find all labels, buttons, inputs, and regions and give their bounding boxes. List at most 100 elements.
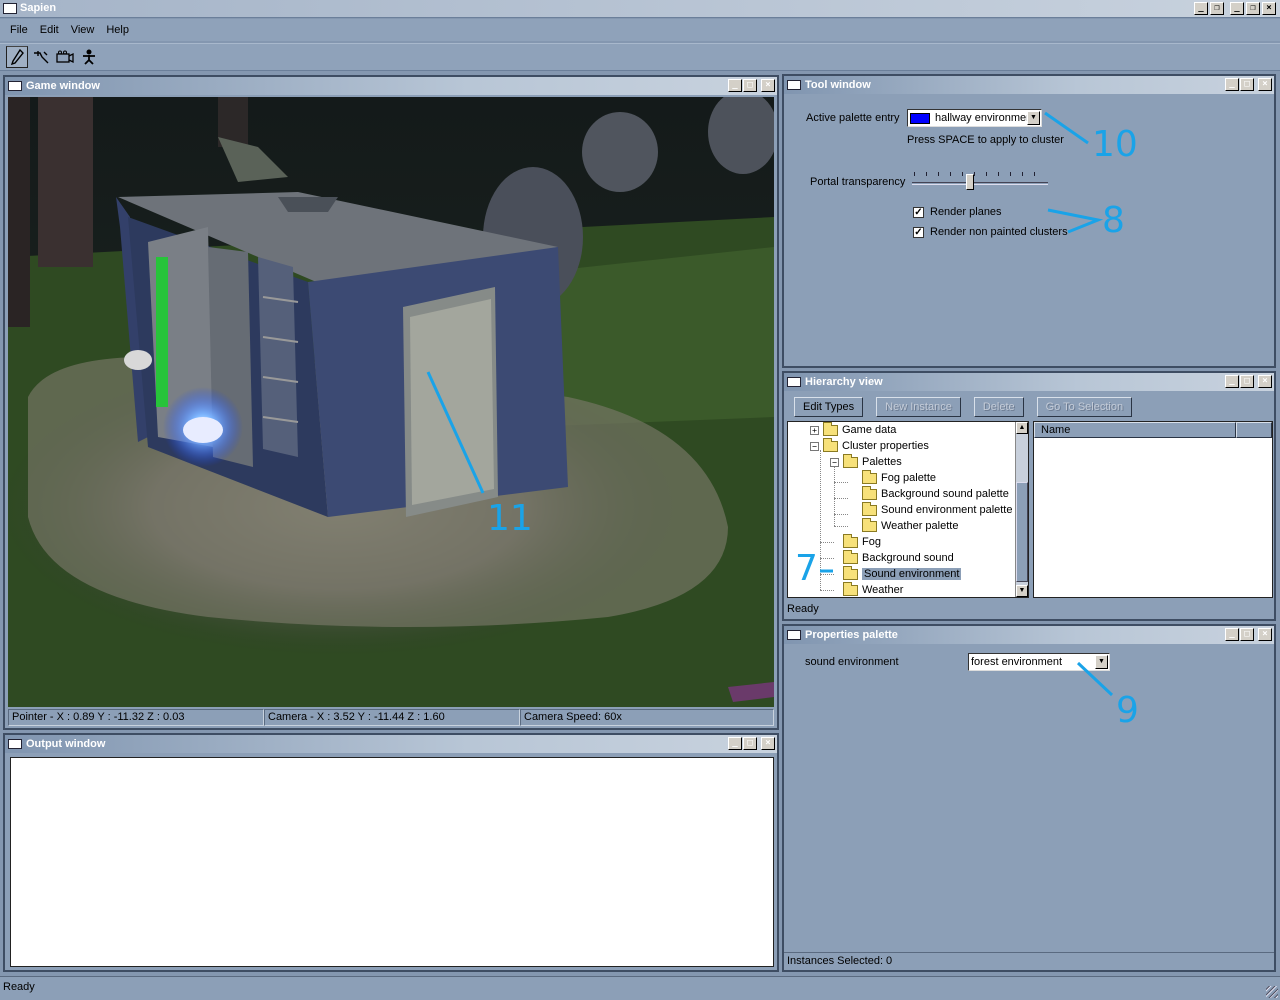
tree-scrollbar[interactable]: ▲ ▼ [1015,422,1028,597]
tree-item-game-data[interactable]: + Game data [810,422,896,438]
tree-item-sound-environment-palette[interactable]: Sound environment palette [862,501,1012,518]
person-icon [83,49,95,65]
game-viewport[interactable] [8,97,774,707]
tool-window: Tool window _ □ × Active palette entry h… [782,74,1276,368]
restore-button[interactable]: ❐ [1210,2,1224,15]
hierarchy-view: Hierarchy view _ □ × Edit Types New Inst… [782,371,1276,621]
tree-item-fog[interactable]: Fog [843,533,881,550]
folder-icon [862,517,877,532]
tree-item-palettes[interactable]: − Palettes [830,453,902,470]
active-palette-value: hallway environment [935,112,1027,124]
camera-tool-button[interactable] [54,46,76,68]
column-header-name[interactable]: Name [1034,422,1236,438]
active-palette-label: Active palette entry [806,112,900,124]
game-window-minimize-button[interactable]: _ [728,79,742,92]
tool-window-maximize-button[interactable]: □ [1240,78,1254,91]
go-to-selection-button[interactable]: Go To Selection [1036,397,1133,417]
render-non-painted-checkbox[interactable]: ✓ [913,227,924,238]
game-window-maximize-button[interactable]: □ [743,79,757,92]
expand-icon[interactable]: + [810,425,819,435]
tree-item-weather[interactable]: Weather [843,581,903,597]
portal-transparency-slider[interactable] [912,172,1048,192]
menu-file[interactable]: File [4,24,34,36]
scrollbar-thumb[interactable] [1016,482,1028,582]
folder-icon [843,453,858,468]
output-window-minimize-button[interactable]: _ [728,737,742,750]
render-non-painted-label: Render non painted clusters [930,226,1068,238]
tool-window-close-button[interactable]: × [1258,78,1272,91]
hierarchy-view-title: Hierarchy view [805,376,883,388]
pointer-coordinates: Pointer - X : 0.89 Y : -11.32 Z : 0.03 [8,709,264,726]
hierarchy-maximize-button[interactable]: □ [1240,375,1254,388]
slider-thumb[interactable] [966,174,974,190]
annotation-7: 7 [795,548,818,589]
collapse-icon[interactable]: − [810,441,819,451]
window-icon [8,81,22,91]
tool-window-minimize-button[interactable]: _ [1225,78,1239,91]
chevron-down-icon[interactable]: ▼ [1027,111,1040,125]
tool-window-title: Tool window [805,79,871,91]
output-window: Output window _ □ × [3,733,779,972]
portal-transparency-label: Portal transparency [810,176,906,188]
minimize-button[interactable]: _ [1194,2,1208,15]
toolbar [0,43,1280,71]
game-window-title: Game window [26,80,100,92]
hierarchy-tree[interactable]: + Game data − Cluster properties − Palet… [787,421,1029,598]
app-icon [3,3,17,14]
folder-icon [843,549,858,564]
column-header-blank[interactable] [1236,422,1272,438]
properties-palette: Properties palette _ □ × sound environme… [782,624,1276,972]
scroll-down-icon[interactable]: ▼ [1016,585,1028,597]
child-minimize-button[interactable]: _ [1230,2,1244,15]
output-window-titlebar: Output window _ □ × [5,735,777,753]
chevron-down-icon[interactable]: ▼ [1095,655,1108,669]
tree-item-sound-environment[interactable]: Sound environment [843,565,962,582]
properties-maximize-button[interactable]: □ [1240,628,1254,641]
annotation-11: 11 [487,498,533,539]
palette-color-swatch [910,112,930,124]
folder-icon [862,469,877,484]
camera-icon [56,50,74,64]
title-bar: Sapien _ ❐ _ ❐ × [0,0,1280,18]
properties-palette-title: Properties palette [805,629,898,641]
properties-close-button[interactable]: × [1258,628,1272,641]
tree-item-background-sound[interactable]: Background sound [843,549,954,566]
tree-item-weather-palette[interactable]: Weather palette [862,517,958,534]
folder-icon [862,501,877,516]
game-window-close-button[interactable]: × [761,79,775,92]
tree-item-background-sound-palette[interactable]: Background sound palette [862,485,1009,502]
render-planes-checkbox[interactable]: ✓ [913,207,924,218]
hierarchy-close-button[interactable]: × [1258,375,1272,388]
child-restore-button[interactable]: ❐ [1246,2,1260,15]
edit-types-button[interactable]: Edit Types [794,397,864,417]
folder-icon [823,422,838,436]
close-button[interactable]: × [1262,2,1276,15]
tool-window-titlebar: Tool window _ □ × [784,76,1274,94]
menu-help[interactable]: Help [100,24,135,36]
new-instance-button[interactable]: New Instance [876,397,961,417]
tree-item-fog-palette[interactable]: Fog palette [862,469,936,486]
collapse-icon[interactable]: − [830,457,839,467]
instance-list[interactable]: Name [1033,421,1273,598]
delete-button[interactable]: Delete [973,397,1024,417]
menu-edit[interactable]: Edit [34,24,65,36]
menu-view[interactable]: View [65,24,101,36]
pencil-icon [10,49,24,65]
active-palette-dropdown[interactable]: hallway environment ▼ [907,109,1042,127]
scroll-up-icon[interactable]: ▲ [1016,422,1028,434]
folder-icon [862,485,877,500]
hierarchy-minimize-button[interactable]: _ [1225,375,1239,388]
output-text-area[interactable] [10,757,774,967]
wrench-tool-button[interactable] [30,46,52,68]
pencil-tool-button[interactable] [6,46,28,68]
person-tool-button[interactable] [78,46,100,68]
tree-item-cluster-properties[interactable]: − Cluster properties [810,437,929,454]
sound-environment-dropdown[interactable]: forest environment ▼ [968,653,1110,671]
resize-grip-icon[interactable] [1266,986,1278,998]
output-window-maximize-button[interactable]: □ [743,737,757,750]
properties-minimize-button[interactable]: _ [1225,628,1239,641]
folder-icon [843,533,858,548]
instances-selected-status: Instances Selected: 0 [784,952,1274,970]
output-window-close-button[interactable]: × [761,737,775,750]
annotation-10: 10 [1092,124,1138,165]
